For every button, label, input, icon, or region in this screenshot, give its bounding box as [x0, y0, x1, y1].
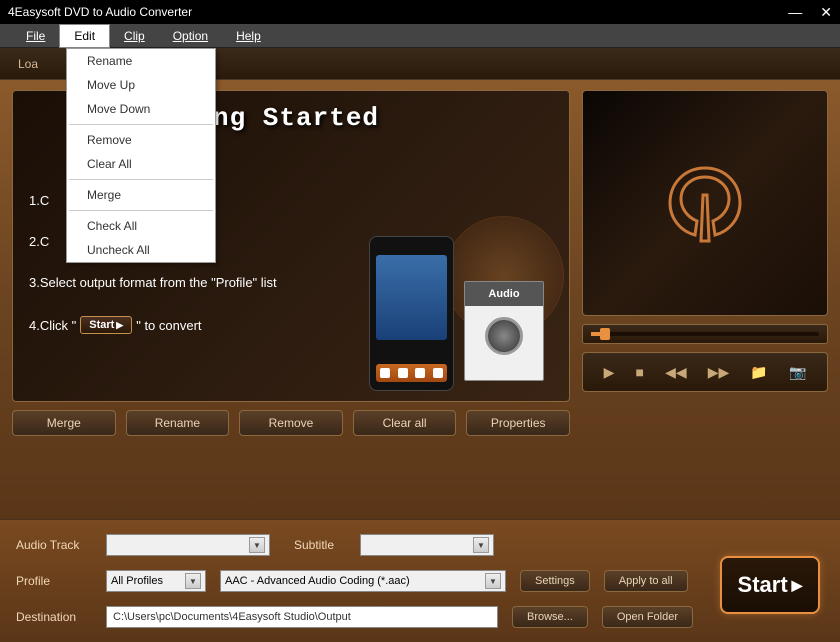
separator: [69, 210, 213, 211]
destination-label: Destination: [16, 610, 92, 624]
audio-track-label: Audio Track: [16, 538, 92, 552]
stop-button[interactable]: ■: [635, 364, 643, 380]
audio-file-icon: Audio: [464, 281, 544, 381]
properties-button[interactable]: Properties: [466, 410, 570, 436]
next-button[interactable]: ▶▶: [708, 364, 730, 381]
edit-move-up[interactable]: Move Up: [67, 73, 215, 97]
seek-slider[interactable]: [582, 324, 828, 344]
edit-check-all[interactable]: Check All: [67, 214, 215, 238]
chevron-down-icon: ▼: [473, 537, 489, 553]
graphic: Audio: [349, 181, 559, 391]
menubar: File Edit Clip Option Help: [0, 24, 840, 48]
preview-panel: [582, 90, 828, 316]
profile-select[interactable]: AAC - Advanced Audio Coding (*.aac)▼: [220, 570, 506, 592]
edit-rename[interactable]: Rename: [67, 49, 215, 73]
window-title: 4Easysoft DVD to Audio Converter: [8, 5, 192, 19]
menu-option[interactable]: Option: [159, 25, 222, 47]
profile-filter-select[interactable]: All Profiles▼: [106, 570, 206, 592]
remove-button[interactable]: Remove: [239, 410, 343, 436]
menu-file[interactable]: File: [12, 25, 59, 47]
getting-started-title: ng Started: [213, 103, 379, 133]
open-file-icon[interactable]: 📁: [750, 364, 767, 381]
edit-remove[interactable]: Remove: [67, 128, 215, 152]
browse-button[interactable]: Browse...: [512, 606, 588, 628]
profile-label: Profile: [16, 574, 92, 588]
separator: [69, 124, 213, 125]
ipod-icon: [369, 236, 454, 391]
edit-dropdown: Rename Move Up Move Down Remove Clear Al…: [66, 48, 216, 263]
prev-button[interactable]: ◀◀: [665, 364, 687, 381]
mini-start-button: Start▶: [80, 316, 132, 334]
menu-help[interactable]: Help: [222, 25, 275, 47]
subtitle-select[interactable]: ▼: [360, 534, 494, 556]
rename-button[interactable]: Rename: [126, 410, 230, 436]
subtitle-label: Subtitle: [294, 538, 346, 552]
logo-icon: [655, 153, 755, 253]
chevron-down-icon: ▼: [185, 573, 201, 589]
speaker-icon: [485, 317, 523, 355]
close-button[interactable]: ✕: [820, 5, 832, 19]
play-button[interactable]: ▶: [604, 364, 615, 381]
playback-controls: ▶ ■ ◀◀ ▶▶ 📁 📷: [582, 352, 828, 392]
chevron-down-icon: ▼: [249, 537, 265, 553]
merge-button[interactable]: Merge: [12, 410, 116, 436]
snapshot-button[interactable]: 📷: [789, 364, 806, 381]
minimize-button[interactable]: —: [788, 5, 802, 19]
menu-clip[interactable]: Clip: [110, 25, 159, 47]
titlebar: 4Easysoft DVD to Audio Converter — ✕: [0, 0, 840, 24]
clear-all-button[interactable]: Clear all: [353, 410, 457, 436]
load-dvd-button[interactable]: Loa: [18, 57, 38, 71]
audio-track-select[interactable]: ▼: [106, 534, 270, 556]
separator: [69, 179, 213, 180]
edit-move-down[interactable]: Move Down: [67, 97, 215, 121]
destination-input[interactable]: C:\Users\pc\Documents\4Easysoft Studio\O…: [106, 606, 498, 628]
edit-uncheck-all[interactable]: Uncheck All: [67, 238, 215, 262]
menu-edit[interactable]: Edit: [59, 24, 110, 48]
apply-to-all-button[interactable]: Apply to all: [604, 570, 688, 592]
start-button[interactable]: Start: [720, 556, 820, 614]
settings-button[interactable]: Settings: [520, 570, 590, 592]
edit-clear-all[interactable]: Clear All: [67, 152, 215, 176]
chevron-down-icon: ▼: [485, 573, 501, 589]
open-folder-button[interactable]: Open Folder: [602, 606, 693, 628]
edit-merge[interactable]: Merge: [67, 183, 215, 207]
